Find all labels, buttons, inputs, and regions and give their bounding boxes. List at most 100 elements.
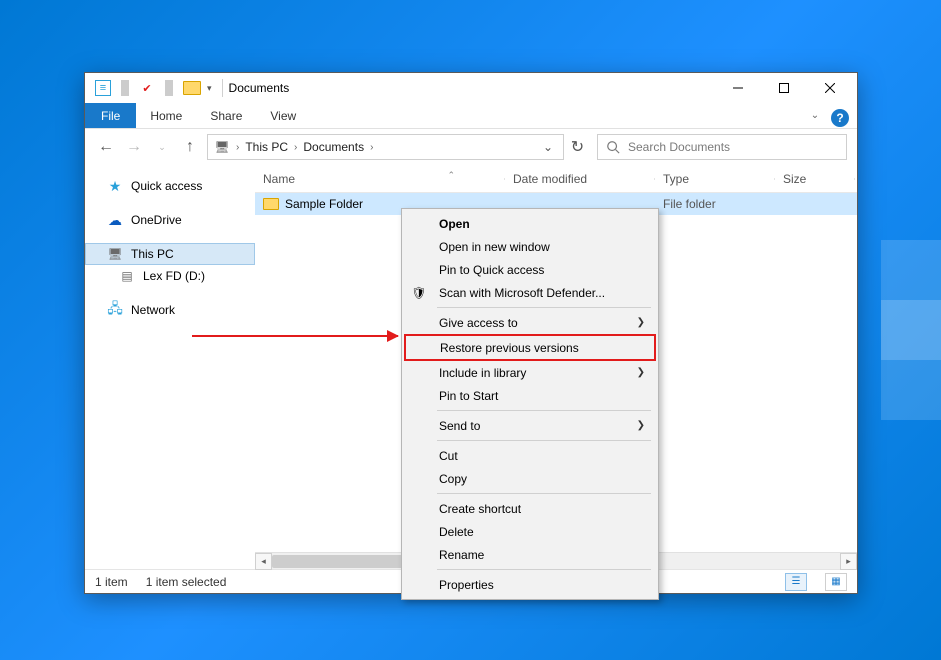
- sort-indicator-icon: ⌃: [447, 170, 455, 181]
- scroll-left-button[interactable]: ◂: [255, 553, 272, 570]
- sidebar-item-label: This PC: [131, 247, 174, 261]
- tab-share[interactable]: Share: [196, 103, 256, 128]
- address-history-caret[interactable]: ⌄: [539, 140, 557, 154]
- forward-button[interactable]: →: [123, 134, 145, 160]
- network-icon: 🖧: [107, 302, 123, 318]
- ctx-properties[interactable]: Properties: [405, 573, 655, 596]
- ctx-pin-quick-access[interactable]: Pin to Quick access: [405, 258, 655, 281]
- qat-caret-icon[interactable]: ▾: [207, 83, 212, 94]
- chevron-right-icon: ❯: [637, 420, 645, 431]
- ctx-open[interactable]: Open: [405, 212, 655, 235]
- crumb-this-pc[interactable]: This PC: [245, 140, 288, 154]
- ctx-cut[interactable]: Cut: [405, 444, 655, 467]
- search-icon: [606, 140, 620, 154]
- navigation-pane: ★ Quick access ☁ OneDrive 🖥 This PC ▤ Lex FD…: [85, 165, 255, 569]
- sidebar-item-network[interactable]: 🖧 Network: [85, 299, 255, 321]
- folder-icon: [263, 198, 279, 210]
- minimize-button[interactable]: [715, 73, 761, 103]
- help-button[interactable]: ?: [831, 109, 849, 127]
- qat-sep: [121, 80, 129, 96]
- sidebar-item-onedrive[interactable]: ☁ OneDrive: [85, 209, 255, 231]
- chevron-right-icon: ›: [288, 142, 303, 153]
- pc-icon: 🖥: [214, 139, 230, 155]
- col-name[interactable]: Name ⌃: [255, 172, 505, 186]
- col-name-label: Name: [263, 172, 295, 186]
- status-item-count: 1 item: [95, 575, 128, 589]
- chevron-right-icon: ❯: [637, 317, 645, 328]
- maximize-button[interactable]: [761, 73, 807, 103]
- ctx-create-shortcut[interactable]: Create shortcut: [405, 497, 655, 520]
- ctx-pin-start[interactable]: Pin to Start: [405, 384, 655, 407]
- refresh-button[interactable]: ↻: [563, 134, 591, 160]
- ctx-separator: [437, 569, 651, 570]
- ctx-open-new-window[interactable]: Open in new window: [405, 235, 655, 258]
- file-name: Sample Folder: [285, 197, 363, 211]
- shield-icon: 🛡: [411, 285, 427, 301]
- search-box[interactable]: Search Documents: [597, 134, 847, 160]
- star-icon: ★: [107, 178, 123, 194]
- qat-folder-icon: [183, 81, 201, 95]
- ctx-separator: [437, 410, 651, 411]
- ctx-restore-previous-versions[interactable]: Restore previous versions: [406, 336, 654, 359]
- drive-icon: ▤: [119, 268, 135, 284]
- desktop-accent: [881, 240, 941, 420]
- ctx-scan-defender[interactable]: 🛡 Scan with Microsoft Defender...: [405, 281, 655, 304]
- qat-sep: [165, 80, 173, 96]
- ctx-give-access[interactable]: Give access to ❯: [405, 311, 655, 334]
- ribbon: File Home Share View ⌄ ?: [85, 103, 857, 129]
- sidebar-item-quick-access[interactable]: ★ Quick access: [85, 175, 255, 197]
- ctx-label: Scan with Microsoft Defender...: [439, 286, 605, 300]
- chevron-right-icon: ›: [364, 142, 379, 153]
- ctx-rename[interactable]: Rename: [405, 543, 655, 566]
- chevron-right-icon: ❯: [637, 367, 645, 378]
- ctx-separator: [437, 307, 651, 308]
- ctx-separator: [437, 493, 651, 494]
- ctx-separator: [437, 440, 651, 441]
- col-date[interactable]: Date modified: [505, 172, 655, 186]
- ctx-label: Give access to: [439, 316, 518, 330]
- qat-check-icon[interactable]: ✔: [139, 80, 155, 96]
- qat-properties-icon[interactable]: ≡: [95, 80, 111, 96]
- sidebar-item-label: Quick access: [131, 179, 202, 193]
- nav-row: ← → ⌄ ↑ 🖥 › This PC › Documents › ⌄ ↻ Se…: [85, 129, 857, 165]
- ctx-copy[interactable]: Copy: [405, 467, 655, 490]
- title-bar: ≡ ✔ ▾ Documents: [85, 73, 857, 103]
- sidebar-item-label: OneDrive: [131, 213, 182, 227]
- sidebar-item-this-pc[interactable]: 🖥 This PC: [85, 243, 255, 265]
- col-type[interactable]: Type: [655, 172, 775, 186]
- back-button[interactable]: ←: [95, 134, 117, 160]
- tab-home[interactable]: Home: [136, 103, 196, 128]
- pc-icon: 🖥: [107, 246, 123, 262]
- window-title: Documents: [229, 81, 290, 95]
- col-size[interactable]: Size: [775, 172, 855, 186]
- ctx-label: Include in library: [439, 366, 526, 380]
- crumb-documents[interactable]: Documents: [303, 140, 364, 154]
- ctx-label: Send to: [439, 419, 480, 433]
- ctx-include-library[interactable]: Include in library ❯: [405, 361, 655, 384]
- title-divider: [222, 79, 223, 97]
- column-headers: Name ⌃ Date modified Type Size: [255, 165, 857, 193]
- quick-access-toolbar: ≡ ✔ ▾: [89, 80, 216, 96]
- sidebar-item-label: Network: [131, 303, 175, 317]
- close-button[interactable]: [807, 73, 853, 103]
- file-tab[interactable]: File: [85, 103, 136, 128]
- address-bar[interactable]: 🖥 › This PC › Documents › ⌄: [207, 134, 564, 160]
- cloud-icon: ☁: [107, 212, 123, 228]
- ribbon-expand-icon[interactable]: ⌄: [803, 103, 827, 128]
- context-menu: Open Open in new window Pin to Quick acc…: [401, 208, 659, 600]
- sidebar-item-drive-d[interactable]: ▤ Lex FD (D:): [85, 265, 255, 287]
- search-placeholder: Search Documents: [628, 140, 730, 154]
- file-type: File folder: [655, 197, 775, 211]
- view-details-button[interactable]: ☰: [785, 573, 807, 591]
- annotation-arrow: [192, 335, 398, 337]
- view-thumbnails-button[interactable]: ▦: [825, 573, 847, 591]
- recent-dropdown[interactable]: ⌄: [151, 134, 173, 160]
- ctx-delete[interactable]: Delete: [405, 520, 655, 543]
- up-button[interactable]: ↑: [179, 134, 201, 160]
- ctx-send-to[interactable]: Send to ❯: [405, 414, 655, 437]
- sidebar-item-label: Lex FD (D:): [143, 269, 205, 283]
- scroll-right-button[interactable]: ▸: [840, 553, 857, 570]
- status-selected-count: 1 item selected: [146, 575, 227, 589]
- tab-view[interactable]: View: [256, 103, 310, 128]
- chevron-right-icon: ›: [230, 142, 245, 153]
